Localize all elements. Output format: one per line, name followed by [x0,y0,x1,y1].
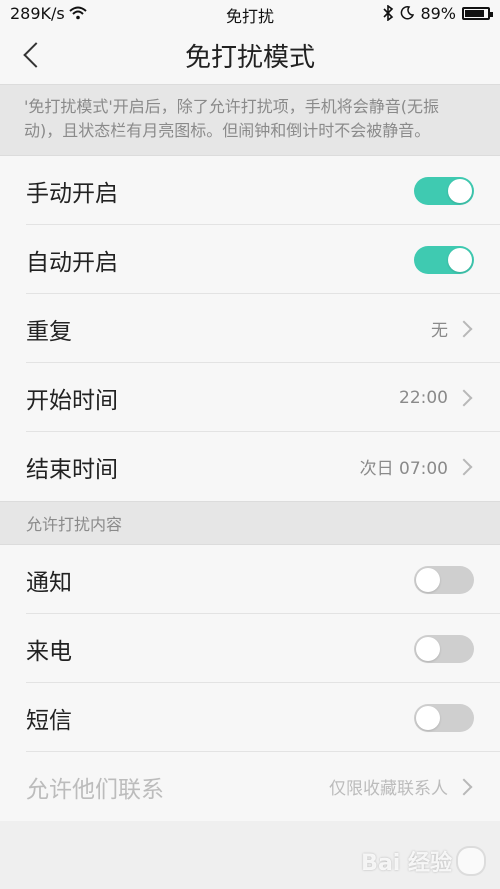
repeat-row[interactable]: 重复 无 [0,294,500,363]
start-time-value: 22:00 [399,387,448,408]
end-time-value-group: 次日 07:00 [360,454,474,479]
chevron-right-icon [455,320,473,337]
repeat-value-group: 无 [431,316,474,341]
notifications-toggle[interactable] [414,565,474,594]
allowed-group: 通知 来电 短信 允许他们联系 仅限收藏联系人 [0,545,500,821]
bluetooth-icon [383,5,394,21]
sms-label: 短信 [26,707,72,734]
chevron-right-icon [455,389,473,406]
toggle-knob [416,705,440,730]
chevron-right-icon [455,458,473,475]
start-time-label: 开始时间 [26,387,118,414]
battery-fill [465,9,485,17]
manual-on-toggle[interactable] [414,176,474,205]
allow-contacts-value-group: 仅限收藏联系人 [329,774,474,799]
toggle-knob [416,567,440,592]
calls-toggle[interactable] [414,634,474,663]
chevron-right-icon [455,778,473,795]
paw-logo-icon [456,846,486,876]
calls-label: 来电 [26,638,72,665]
end-time-label: 结束时间 [26,456,118,483]
auto-on-toggle[interactable] [414,245,474,274]
calls-row[interactable]: 来电 [0,614,500,683]
auto-on-label: 自动开启 [26,249,118,276]
start-time-row[interactable]: 开始时间 22:00 [0,363,500,432]
schedule-group: 手动开启 自动开启 重复 无 开始时间 22:00 结束时间 次日 07:00 [0,156,500,501]
sms-row[interactable]: 短信 [0,683,500,752]
notifications-row[interactable]: 通知 [0,545,500,614]
moon-icon [401,6,415,20]
allow-contacts-label: 允许他们联系 [26,776,164,803]
allow-contacts-row: 允许他们联系 仅限收藏联系人 [0,752,500,821]
toggle-knob [448,247,472,272]
watermark-text: Bai 经验 [361,851,452,876]
status-left: 289K/s [10,4,87,23]
auto-on-row[interactable]: 自动开启 [0,225,500,294]
mode-description: '免打扰模式'开启后，除了允许打扰项，手机将会静音(无振动)，且状态栏有月亮图标… [0,84,500,156]
battery-icon [462,6,493,20]
manual-on-label: 手动开启 [26,180,118,207]
allow-contacts-value: 仅限收藏联系人 [329,779,448,799]
allowed-section-header: 允许打扰内容 [0,501,500,545]
start-time-value-group: 22:00 [399,388,474,408]
repeat-value: 无 [431,321,448,341]
notifications-label: 通知 [26,569,72,596]
baidu-watermark: Bai 经验 [361,845,486,877]
back-arrow-icon [23,42,49,68]
status-right: 89% [382,3,493,23]
status-title-text: 免打扰 [225,7,274,26]
title-bar: 免打扰模式 [0,26,500,84]
network-speed: 289K/s [10,3,65,23]
sms-toggle[interactable] [414,703,474,732]
repeat-label: 重复 [26,318,72,345]
toggle-knob [416,636,440,661]
back-button[interactable] [14,38,50,72]
toggle-knob [448,178,472,203]
manual-on-row[interactable]: 手动开启 [0,156,500,225]
status-bar: 289K/s 免打扰 89% [0,0,500,26]
end-time-value: 次日 07:00 [359,459,448,479]
end-time-row[interactable]: 结束时间 次日 07:00 [0,432,500,501]
battery-percent: 89% [420,3,456,23]
page-title: 免打扰模式 [184,42,315,73]
wifi-icon [69,6,87,20]
